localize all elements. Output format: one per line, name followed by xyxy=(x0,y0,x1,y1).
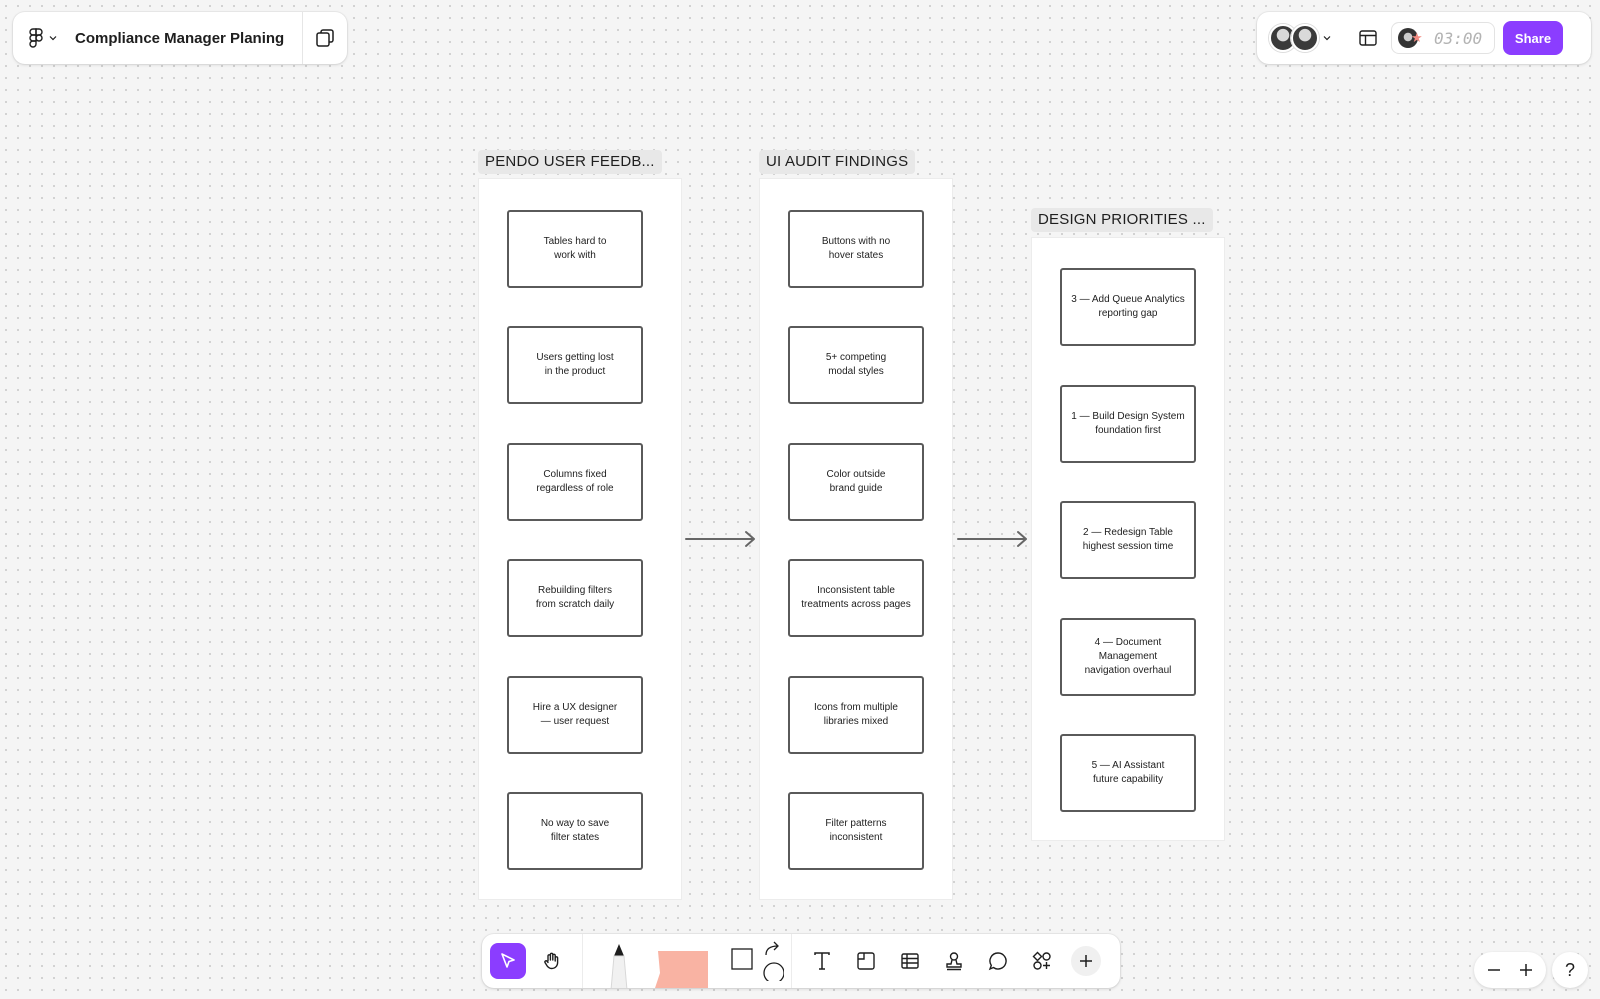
share-button[interactable]: Share xyxy=(1503,21,1563,55)
sticky-card[interactable]: Tables hard to work with xyxy=(507,210,643,288)
widgets-icon xyxy=(1032,951,1051,970)
sticky-card[interactable]: 4 — Document Management navigation overh… xyxy=(1060,618,1196,696)
shapes-icon xyxy=(731,941,784,981)
main-menu-button[interactable] xyxy=(13,12,67,64)
collaborators[interactable] xyxy=(1269,24,1331,52)
chevron-down-icon xyxy=(49,36,57,41)
toolbar-right: ★ 03:00 Share xyxy=(1257,12,1591,64)
sticky-card[interactable]: Rebuilding filters from scratch daily xyxy=(507,559,643,637)
section-label-ui-audit[interactable]: UI AUDIT FINDINGS xyxy=(759,150,916,174)
divider xyxy=(582,934,583,988)
text-icon xyxy=(814,952,830,970)
hand-tool-button[interactable] xyxy=(534,943,570,979)
sticky-note-tool-button[interactable] xyxy=(649,941,715,988)
table-icon xyxy=(901,953,919,969)
section-icon xyxy=(857,952,875,970)
sticky-card[interactable]: Hire a UX designer — user request xyxy=(507,676,643,754)
section-label-design-priorities[interactable]: DESIGN PRIORITIES ... xyxy=(1031,208,1213,232)
connector-arrow[interactable] xyxy=(684,528,758,550)
comment-icon xyxy=(988,952,1007,971)
sticky-card[interactable]: 5+ competing modal styles xyxy=(788,326,924,404)
cursor-icon xyxy=(501,953,515,968)
text-tool-button[interactable] xyxy=(804,943,840,979)
widgets-tool-button[interactable] xyxy=(1024,943,1060,979)
pages-icon xyxy=(316,29,334,47)
table-tool-button[interactable] xyxy=(892,943,928,979)
plus-icon xyxy=(1071,946,1101,976)
minus-icon xyxy=(1488,969,1500,971)
stamp-tool-button[interactable] xyxy=(936,943,972,979)
move-tool-button[interactable] xyxy=(490,943,526,979)
sticky-card[interactable]: Icons from multiple libraries mixed xyxy=(788,676,924,754)
timer-value: 03:00 xyxy=(1434,28,1483,48)
star-icon: ★ xyxy=(1411,30,1423,45)
file-panel: Compliance Manager Planing xyxy=(13,12,347,64)
marker-tool-button[interactable] xyxy=(589,939,649,988)
zoom-out-button[interactable] xyxy=(1480,956,1508,984)
sticky-card[interactable]: 3 — Add Queue Analytics reporting gap xyxy=(1060,268,1196,346)
plus-icon xyxy=(1520,964,1532,976)
sticky-card[interactable]: Columns fixed regardless of role xyxy=(507,443,643,521)
chevron-down-icon xyxy=(1323,36,1331,41)
avatar[interactable] xyxy=(1291,24,1319,52)
sticky-card[interactable]: Users getting lost in the product xyxy=(507,326,643,404)
more-tools-button[interactable] xyxy=(1068,943,1104,979)
sticky-card[interactable]: No way to save filter states xyxy=(507,792,643,870)
zoom-controls xyxy=(1474,952,1546,988)
section-design-priorities[interactable]: 3 — Add Queue Analytics reporting gap 1 … xyxy=(1031,237,1225,841)
sticky-card[interactable]: 5 — AI Assistant future capability xyxy=(1060,734,1196,812)
file-title[interactable]: Compliance Manager Planing xyxy=(67,30,284,47)
help-button[interactable]: ? xyxy=(1552,952,1588,988)
stamp-icon xyxy=(946,952,962,971)
sticky-card[interactable]: Buttons with no hover states xyxy=(788,210,924,288)
sticky-note-icon xyxy=(655,951,708,988)
comment-tool-button[interactable] xyxy=(980,943,1016,979)
sticky-card[interactable]: 1 — Build Design System foundation first xyxy=(1060,385,1196,463)
timer-widget[interactable]: ★ 03:00 xyxy=(1391,22,1495,54)
sticky-card[interactable]: 2 — Redesign Table highest session time xyxy=(1060,501,1196,579)
sticky-card[interactable]: Color outside brand guide xyxy=(788,443,924,521)
timer-avatar-icon: ★ xyxy=(1398,28,1423,48)
pages-button[interactable] xyxy=(303,12,347,64)
layout-toggle-button[interactable] xyxy=(1353,23,1383,53)
section-tool-button[interactable] xyxy=(848,943,884,979)
zoom-in-button[interactable] xyxy=(1512,956,1540,984)
marker-icon xyxy=(610,944,628,988)
bottom-toolbar xyxy=(482,934,1120,988)
shape-tool-button[interactable] xyxy=(727,941,787,981)
section-ui-audit-findings[interactable]: Buttons with no hover states 5+ competin… xyxy=(759,178,953,900)
section-pendo-user-feedback[interactable]: Tables hard to work with Users getting l… xyxy=(478,178,682,900)
connector-arrow[interactable] xyxy=(956,528,1030,550)
hand-icon xyxy=(544,952,559,970)
section-label-pendo[interactable]: PENDO USER FEEDB... xyxy=(478,150,662,174)
sticky-card[interactable]: Inconsistent table treatments across pag… xyxy=(788,559,924,637)
sticky-card[interactable]: Filter patterns inconsistent xyxy=(788,792,924,870)
divider xyxy=(791,934,792,988)
layout-icon xyxy=(1359,30,1377,46)
figma-logo-icon xyxy=(29,28,43,48)
